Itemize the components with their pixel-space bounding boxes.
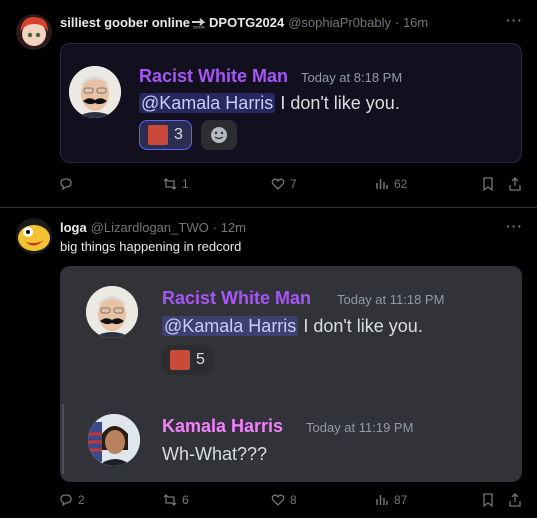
author-avatar xyxy=(88,414,140,466)
display-name[interactable]: loga xyxy=(60,220,87,235)
tweet-actions: 2 6 8 87 xyxy=(58,492,528,512)
like-button[interactable]: 7 xyxy=(270,176,297,192)
share-icon xyxy=(509,177,521,191)
tweet-time[interactable]: · 12m xyxy=(213,220,246,235)
author-name: Racist White Man xyxy=(162,288,312,308)
message-content: I don't like you. xyxy=(298,316,423,336)
like-count: 7 xyxy=(290,177,297,191)
message-group-bar xyxy=(62,404,64,474)
user-avatar[interactable] xyxy=(16,14,52,50)
view-count: 62 xyxy=(394,177,408,191)
share-icon xyxy=(509,493,521,507)
svg-text:SOON: SOON xyxy=(193,25,205,30)
user-avatar[interactable] xyxy=(16,218,52,254)
reaction-pill: 3 xyxy=(139,120,192,150)
reaction-pill: 5 xyxy=(162,345,213,375)
add-reaction-icon xyxy=(201,120,237,150)
views-icon xyxy=(376,179,388,189)
tweet-time[interactable]: · 16m xyxy=(395,15,428,30)
user-handle[interactable]: @Lizardlogan_TWO xyxy=(91,220,209,235)
message-text: Wh-What??? xyxy=(162,444,268,464)
bookmark-button[interactable] xyxy=(480,176,496,192)
share-button[interactable] xyxy=(507,492,523,508)
arrow-emoji-icon: SOON xyxy=(191,16,208,30)
discord-message-image[interactable]: Racist White Man Today at 8:18 PM @Kamal… xyxy=(60,43,522,163)
author-avatar xyxy=(86,286,138,338)
tweet-actions: 1 7 62 xyxy=(58,176,528,196)
tweet-header: loga @Lizardlogan_TWO · 12m xyxy=(60,220,246,235)
repost-icon xyxy=(163,178,177,190)
repost-icon xyxy=(163,494,177,506)
like-count: 8 xyxy=(290,493,297,507)
tweet-2[interactable]: loga @Lizardlogan_TWO · 12m ··· big thin… xyxy=(0,208,537,518)
like-icon xyxy=(271,178,285,190)
more-options-icon[interactable]: ··· xyxy=(506,12,523,28)
message-content: I don't like you. xyxy=(275,93,400,113)
user-handle[interactable]: @sophiaPr0bably xyxy=(288,15,391,30)
more-options-icon[interactable]: ··· xyxy=(506,218,523,234)
repost-button[interactable]: 1 xyxy=(162,176,189,192)
reply-button[interactable]: 2 xyxy=(58,492,85,508)
message-text: @Kamala Harris I don't like you. xyxy=(162,316,423,337)
display-name-suffix[interactable]: DPOTG2024 xyxy=(209,15,284,30)
reaction-emoji-icon xyxy=(148,125,168,145)
share-button[interactable] xyxy=(507,176,523,192)
reply-count: 2 xyxy=(78,493,85,507)
reply-button[interactable] xyxy=(58,176,78,192)
message-timestamp: Today at 11:19 PM xyxy=(306,420,414,435)
author-name: Kamala Harris xyxy=(162,416,284,436)
bookmark-icon xyxy=(483,493,493,508)
tweet-header: silliest goober online SOON DPOTG2024 @s… xyxy=(60,15,428,30)
reaction-count: 3 xyxy=(174,126,183,143)
message-timestamp: Today at 11:18 PM xyxy=(337,292,445,307)
views-button[interactable]: 62 xyxy=(374,176,407,192)
tweet-1[interactable]: silliest goober online SOON DPOTG2024 @s… xyxy=(0,0,537,208)
user-mention: @Kamala Harris xyxy=(139,93,276,113)
discord-message-image[interactable]: Racist White Man Today at 11:18 PM @Kama… xyxy=(60,266,522,482)
message-timestamp: Today at 8:18 PM xyxy=(301,70,403,85)
reply-icon xyxy=(60,178,72,191)
repost-button[interactable]: 6 xyxy=(162,492,189,508)
repost-count: 1 xyxy=(182,177,189,191)
author-name: Racist White Man xyxy=(139,66,289,86)
like-icon xyxy=(271,494,285,506)
user-mention: @Kamala Harris xyxy=(162,316,299,336)
repost-count: 6 xyxy=(182,493,189,507)
author-avatar xyxy=(69,66,121,118)
like-button[interactable]: 8 xyxy=(270,492,297,508)
bookmark-icon xyxy=(483,177,493,192)
reaction-emoji-icon xyxy=(170,350,190,370)
view-count: 87 xyxy=(394,493,408,507)
display-name[interactable]: silliest goober online xyxy=(60,15,190,30)
bookmark-button[interactable] xyxy=(480,492,496,508)
message-text: @Kamala Harris I don't like you. xyxy=(139,93,400,114)
tweet-text: big things happening in redcord xyxy=(60,239,242,254)
views-button[interactable]: 87 xyxy=(374,492,407,508)
reaction-count: 5 xyxy=(196,351,205,368)
reply-icon xyxy=(60,494,72,507)
views-icon xyxy=(376,495,388,505)
